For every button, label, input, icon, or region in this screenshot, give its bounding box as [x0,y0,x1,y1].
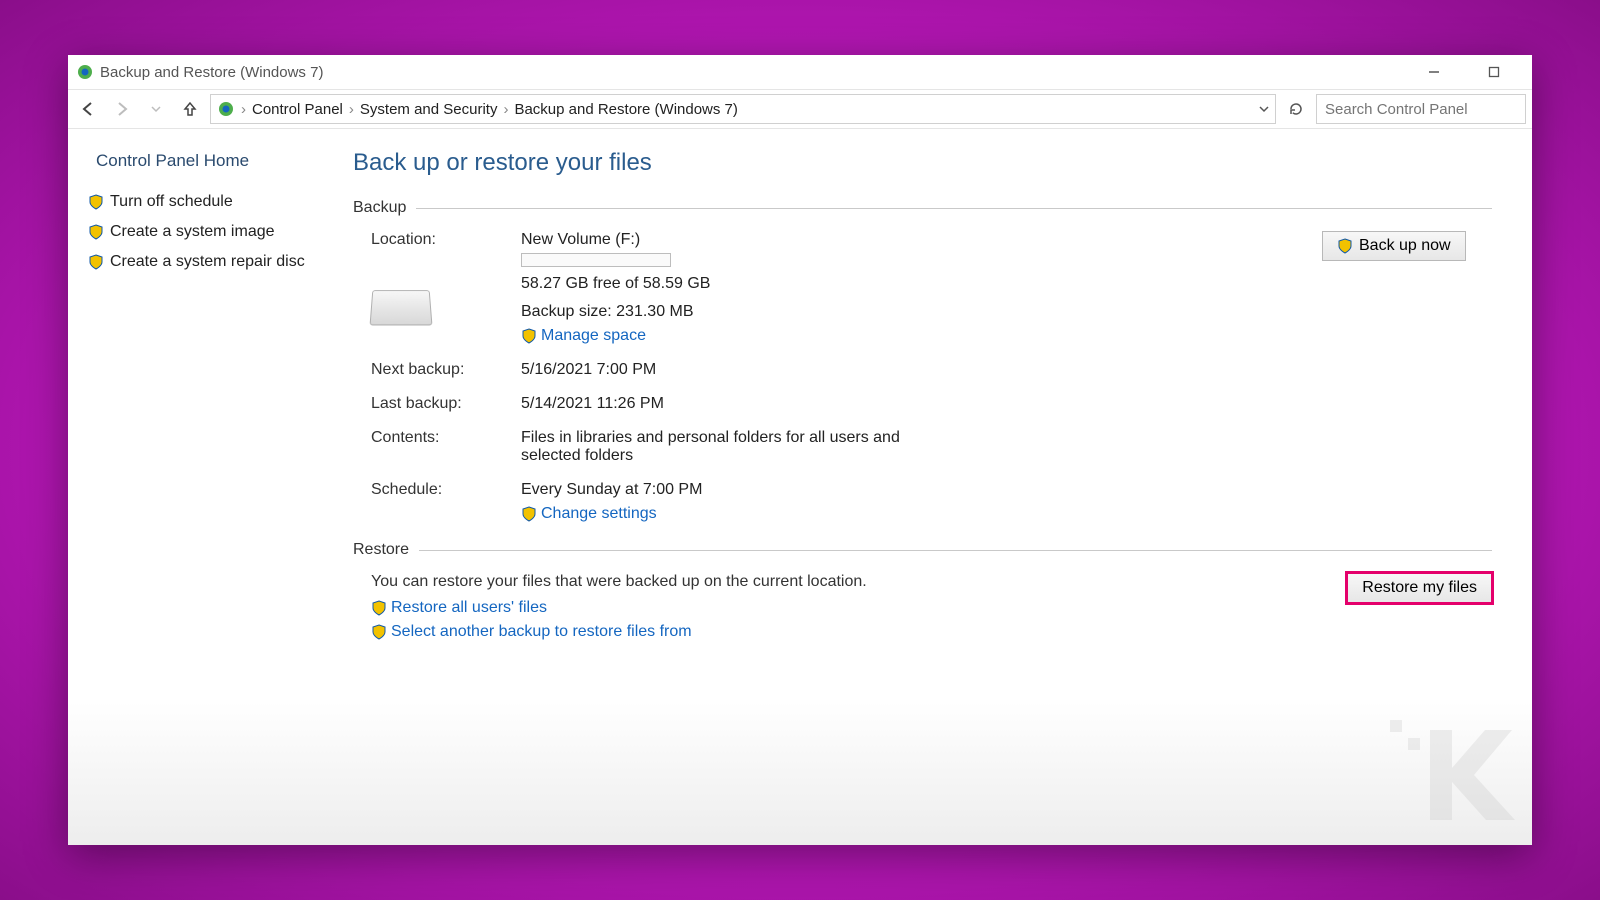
sidebar-item-label: Create a system image [110,223,275,241]
schedule-value: Every Sunday at 7:00 PM Change settings [521,481,1312,523]
change-settings-link[interactable]: Change settings [541,505,657,523]
restore-all-users-link[interactable]: Restore all users' files [391,599,547,617]
shield-icon [88,224,104,240]
contents-label: Contents: [371,429,511,465]
title-bar: Backup and Restore (Windows 7) [68,55,1532,89]
breadcrumb-leaf[interactable]: Backup and Restore (Windows 7) [514,101,737,118]
button-label: Back up now [1359,237,1451,255]
address-bar[interactable]: › Control Panel › System and Security › … [210,94,1276,124]
manage-space-link[interactable]: Manage space [541,327,646,345]
drive-icon [370,290,433,325]
last-backup-label: Last backup: [371,395,511,413]
up-button[interactable] [176,95,204,123]
section-label: Restore [353,541,409,559]
sidebar-item-label: Turn off schedule [110,193,233,211]
next-backup-value: 5/16/2021 7:00 PM [521,361,1312,379]
next-backup-label: Next backup: [371,361,511,379]
minimize-button[interactable] [1414,58,1454,86]
sidebar: Control Panel Home Turn off schedule Cre… [68,129,323,845]
main-panel: Back up or restore your files Backup Loc… [323,129,1532,845]
forward-button[interactable] [108,95,136,123]
app-icon [76,63,94,81]
free-space: 58.27 GB free of 58.59 GB [521,275,1312,293]
window-controls [1414,58,1524,86]
shield-icon [1337,238,1353,254]
backup-info: Location: New Volume (F:) 58.27 GB free … [371,231,1492,523]
location-label: Location: [371,231,511,345]
sidebar-create-system-image[interactable]: Create a system image [86,223,305,241]
location-value: New Volume (F:) 58.27 GB free of 58.59 G… [521,231,1312,345]
maximize-button[interactable] [1474,58,1514,86]
contents-value: Files in libraries and personal folders … [521,429,941,465]
refresh-button[interactable] [1282,95,1310,123]
content-area: Control Panel Home Turn off schedule Cre… [68,129,1532,845]
breadcrumb-root[interactable]: Control Panel [252,101,343,118]
shield-icon [521,506,537,522]
control-panel-icon [217,100,235,118]
shield-icon [88,194,104,210]
backup-section-header: Backup [353,199,1492,217]
disk-usage-bar [521,253,671,267]
restore-section-header: Restore [353,541,1492,559]
backup-size: Backup size: 231.30 MB [521,303,1312,321]
nav-bar: › Control Panel › System and Security › … [68,89,1532,129]
last-backup-value: 5/14/2021 11:26 PM [521,395,1312,413]
breadcrumb-mid[interactable]: System and Security [360,101,498,118]
restore-content: You can restore your files that were bac… [371,573,1492,641]
control-panel-home-link[interactable]: Control Panel Home [86,151,305,171]
shield-icon [371,624,387,640]
window-title: Backup and Restore (Windows 7) [100,64,323,81]
chevron-right-icon: › [503,101,508,118]
back-button[interactable] [74,95,102,123]
select-another-backup-link[interactable]: Select another backup to restore files f… [391,623,692,641]
shield-icon [371,600,387,616]
page-title: Back up or restore your files [353,149,1492,177]
sidebar-item-label: Create a system repair disc [110,253,305,271]
window-frame: Backup and Restore (Windows 7) [68,55,1532,845]
shield-icon [88,254,104,270]
recent-dropdown[interactable] [142,95,170,123]
restore-description: You can restore your files that were bac… [371,573,1327,591]
sidebar-turn-off-schedule[interactable]: Turn off schedule [86,193,305,211]
address-dropdown[interactable] [1259,104,1269,114]
section-label: Backup [353,199,406,217]
button-label: Restore my files [1362,579,1477,597]
backup-now-button[interactable]: Back up now [1322,231,1466,261]
shield-icon [521,328,537,344]
schedule-label: Schedule: [371,481,511,523]
chevron-right-icon: › [349,101,354,118]
sidebar-create-repair-disc[interactable]: Create a system repair disc [86,253,305,271]
drive-name: New Volume (F:) [521,231,1312,249]
backup-now-cell: Back up now [1322,231,1492,345]
search-input[interactable] [1316,94,1526,124]
restore-my-files-button[interactable]: Restore my files [1347,573,1492,603]
chevron-right-icon: › [241,101,246,118]
